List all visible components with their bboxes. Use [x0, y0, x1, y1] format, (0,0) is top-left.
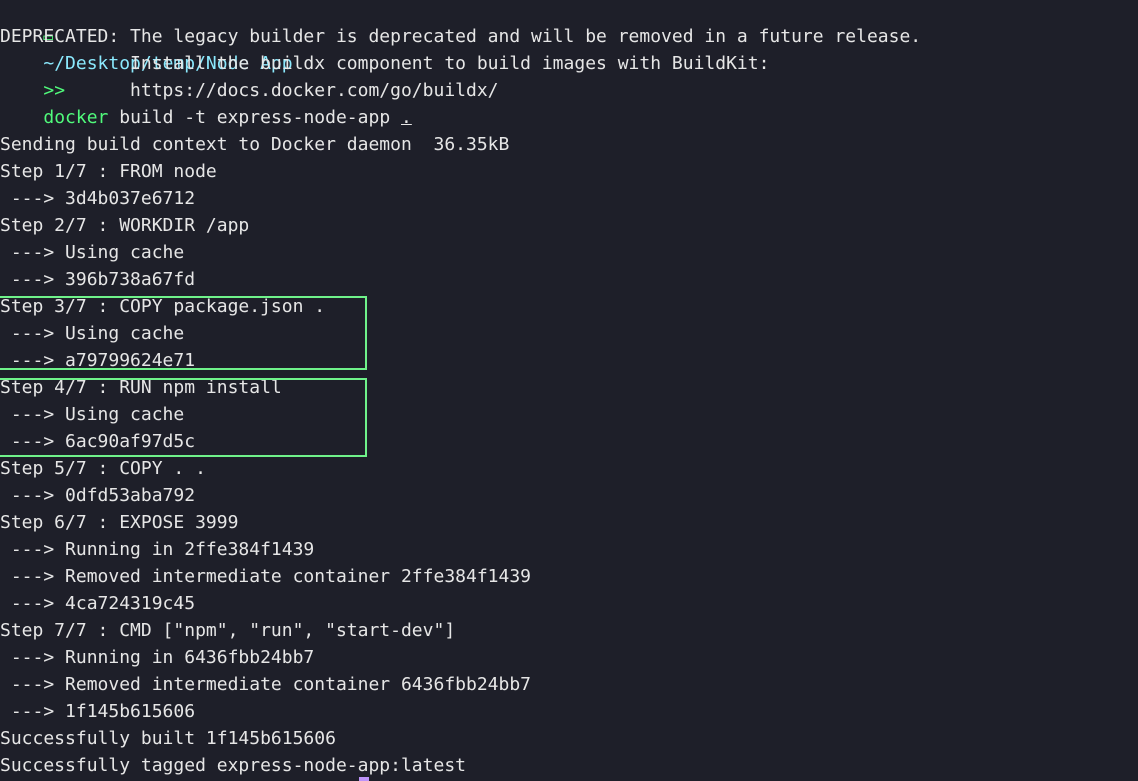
command-target: .: [401, 107, 412, 128]
output-line: Step 1/7 : FROM node: [0, 161, 217, 182]
output-line: ---> Running in 2ffe384f1439: [0, 539, 315, 560]
output-line: ---> Removed intermediate container 2ffe…: [0, 566, 532, 587]
output-line: Successfully built 1f145b615606: [0, 728, 336, 749]
command-args: build -t express-node-app: [108, 107, 401, 128]
output-line: ---> 0dfd53aba792: [0, 485, 196, 506]
text-cursor: [359, 777, 369, 781]
highlight-box-step-3: [0, 296, 367, 370]
output-line: ---> Using cache: [0, 242, 185, 263]
output-line: Step 6/7 : EXPOSE 3999: [0, 512, 239, 533]
terminal-window[interactable]: ▭ ~/Desktop/temp/Node App >> docker buil…: [0, 0, 1138, 781]
output-line: Successfully tagged express-node-app:lat…: [0, 755, 466, 776]
output-line: ---> Running in 6436fbb24bb7: [0, 647, 315, 668]
output-line: ---> 396b738a67fd: [0, 269, 196, 290]
output-line: ---> 3d4b037e6712: [0, 188, 196, 209]
output-line: ---> 1f145b615606: [0, 701, 196, 722]
output-line: Install the buildx component to build im…: [0, 53, 770, 74]
output-line: ---> Removed intermediate container 6436…: [0, 674, 532, 695]
highlight-box-step-4: [0, 378, 367, 457]
output-line: DEPRECATED: The legacy builder is deprec…: [0, 26, 922, 47]
prompt-line: ▭ ~/Desktop/temp/Node App >> docker buil…: [0, 0, 411, 128]
output-line: Sending build context to Docker daemon 3…: [0, 134, 510, 155]
output-line: Step 2/7 : WORKDIR /app: [0, 215, 250, 236]
output-line: Step 5/7 : COPY . .: [0, 458, 206, 479]
output-line: Step 7/7 : CMD ["npm", "run", "start-dev…: [0, 620, 456, 641]
command-name: docker: [43, 107, 109, 128]
output-line: https://docs.docker.com/go/buildx/: [0, 80, 499, 101]
output-line: ---> 4ca724319c45: [0, 593, 196, 614]
